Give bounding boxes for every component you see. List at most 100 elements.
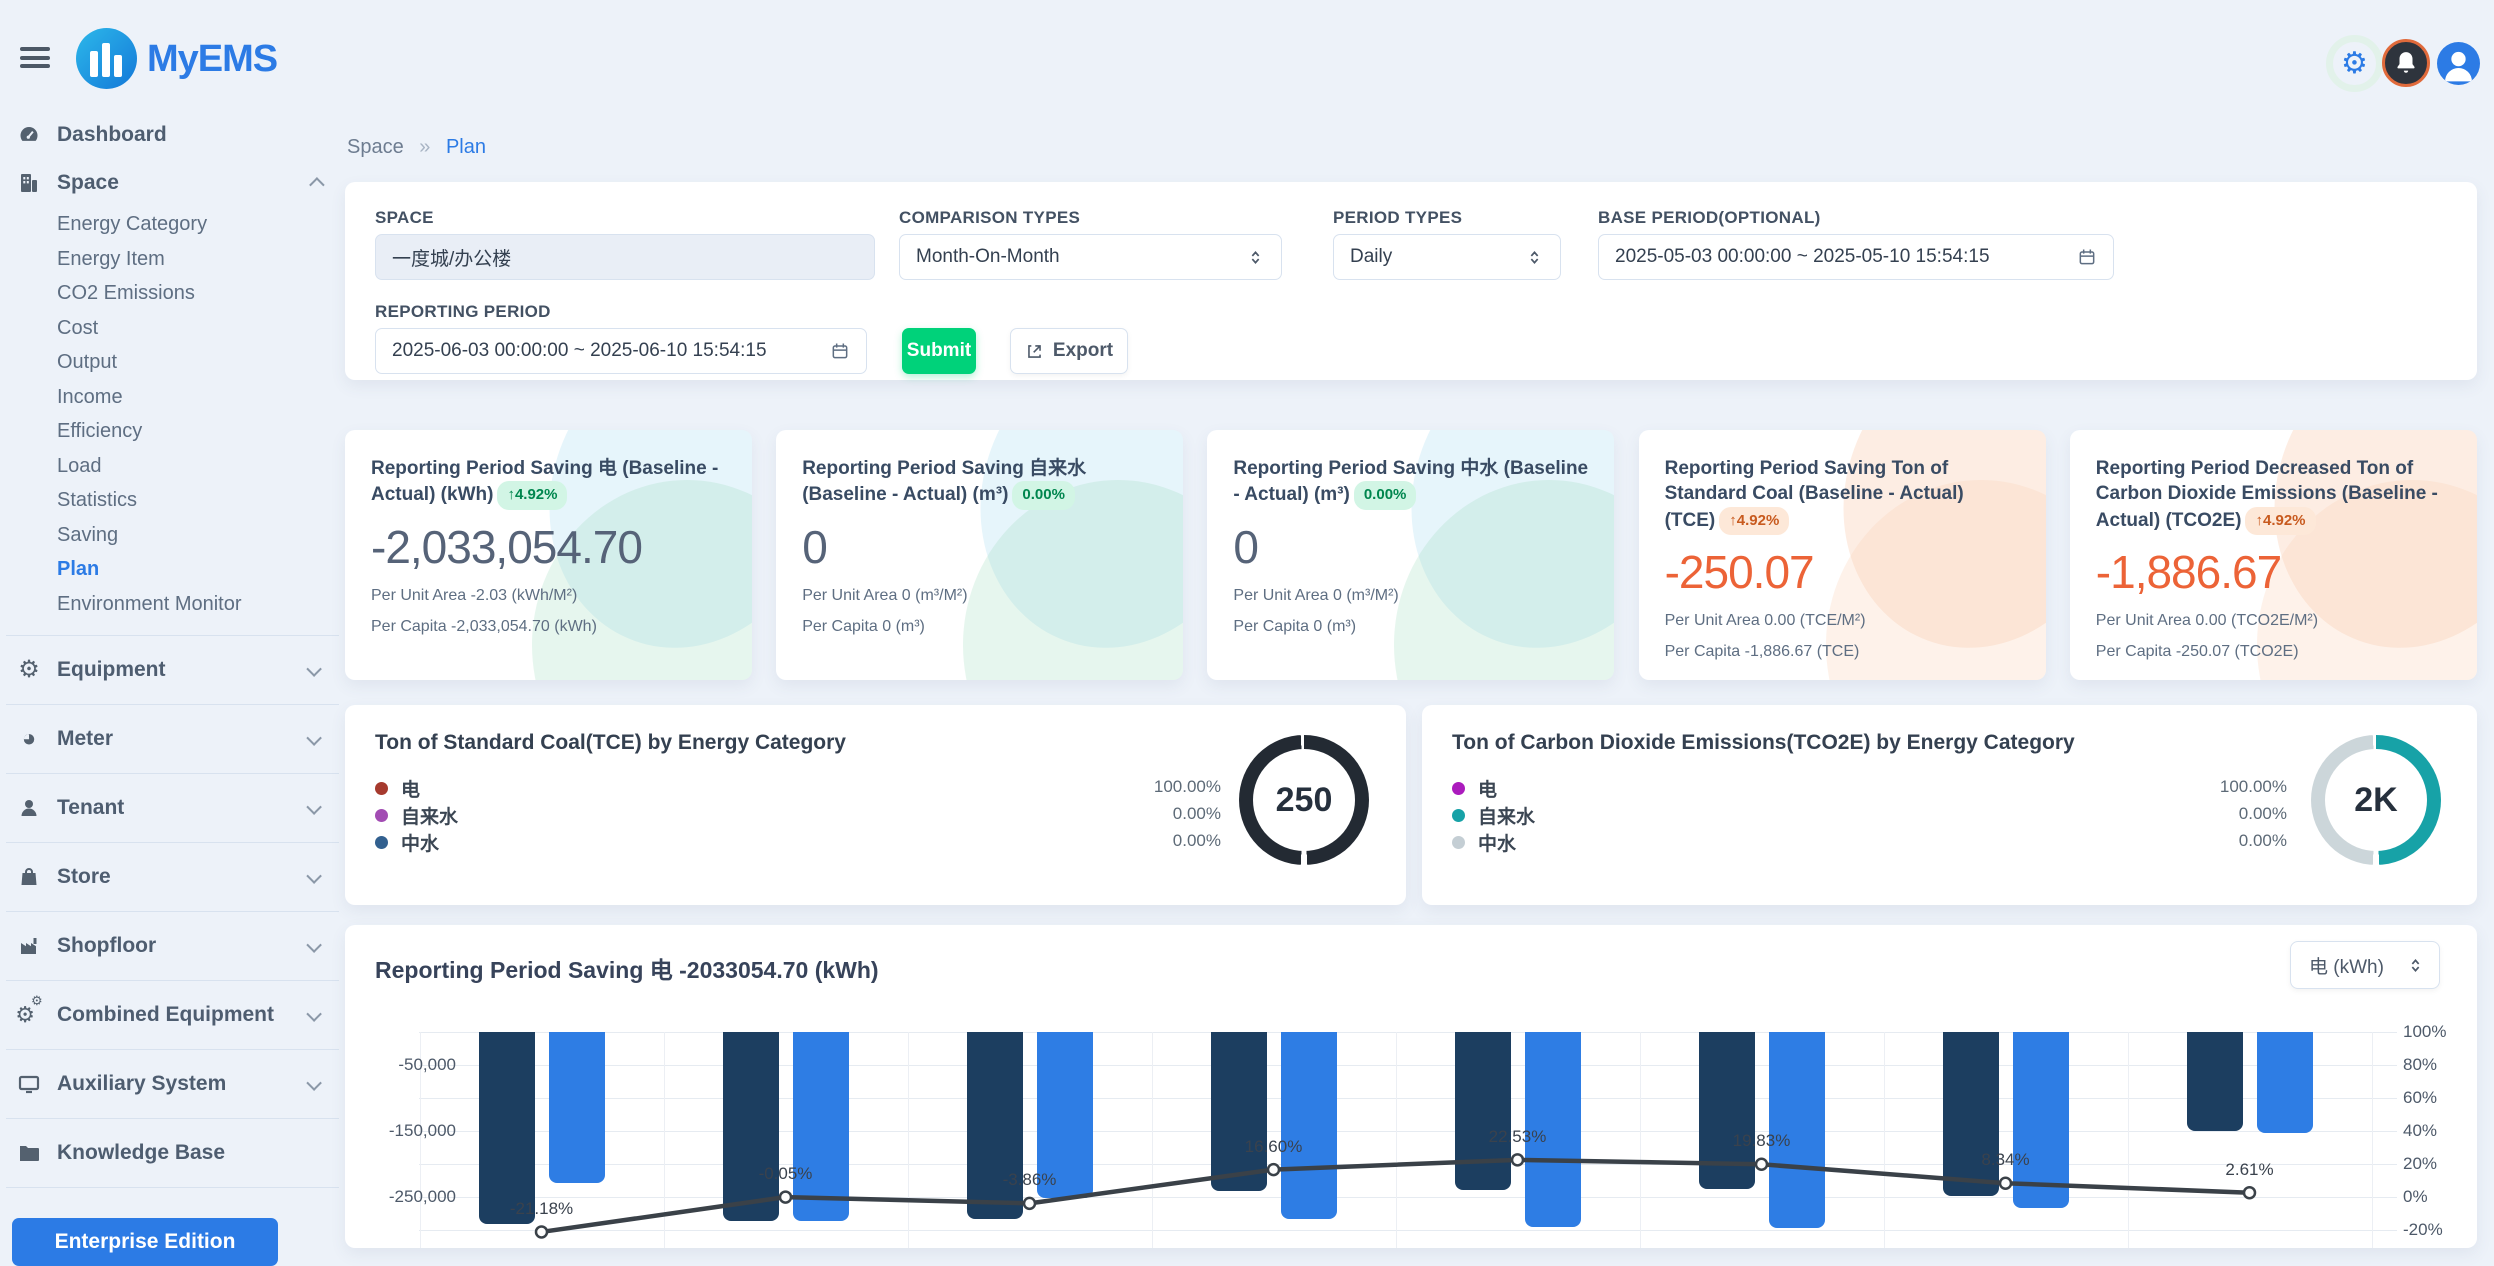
- hamburger-menu-icon[interactable]: [20, 47, 50, 67]
- calendar-icon[interactable]: [830, 341, 850, 361]
- export-button[interactable]: Export: [1010, 328, 1128, 374]
- legend-item-3[interactable]: 中水: [375, 829, 439, 856]
- legend-label: 自来水: [1478, 802, 1535, 829]
- legend-label: 自来水: [401, 802, 458, 829]
- enterprise-edition-button[interactable]: Enterprise Edition: [12, 1218, 278, 1266]
- saving-rate-point-label: 8.34%: [1951, 1150, 2061, 1170]
- sidebar-item-income[interactable]: Income: [0, 380, 345, 415]
- calendar-icon[interactable]: [2077, 247, 2097, 267]
- left-axis-tick: -50,000: [361, 1055, 456, 1075]
- per-unit-area-text: Per Unit Area 0.00 (TCO2E/M²): [2096, 612, 2451, 630]
- space-input[interactable]: 一度城/办公楼: [375, 234, 875, 280]
- sidebar-item-saving[interactable]: Saving: [0, 518, 345, 553]
- per-unit-area-text: Per Unit Area 0.00 (TCE/M²): [1665, 612, 2020, 630]
- saving-rate-point-label: 2.61%: [2195, 1160, 2305, 1180]
- v-gridline: [1884, 1032, 1885, 1248]
- sidebar-item-tenant[interactable]: Tenant: [6, 773, 339, 842]
- sidebar-item-label: Tenant: [57, 796, 310, 820]
- sidebar-item-output[interactable]: Output: [0, 345, 345, 380]
- actual-bar: [2257, 1032, 2313, 1133]
- saving-rate-point-label: 16.60%: [1219, 1137, 1329, 1157]
- metric-card-title: Reporting Period Saving Ton of Standard …: [1665, 456, 2020, 535]
- saving-rate-point-label: 19.83%: [1707, 1131, 1817, 1151]
- left-axis-tick: -150,000: [361, 1121, 456, 1141]
- metric-card-title: Reporting Period Saving 自来水 (Baseline - …: [802, 456, 1157, 510]
- baseline-bar: [967, 1032, 1023, 1219]
- legend-dot-icon: [375, 782, 388, 795]
- period-types-select[interactable]: Daily: [1333, 234, 1561, 280]
- baseline-bar: [2187, 1032, 2243, 1131]
- metric-card-title: Reporting Period Saving 中水 (Baseline - A…: [1233, 456, 1588, 510]
- sidebar-item-auxiliary-system[interactable]: Auxiliary System: [6, 1049, 339, 1118]
- left-axis-tick: -250,000: [361, 1187, 456, 1207]
- sidebar-item-meter[interactable]: ◕Meter: [6, 704, 339, 773]
- sidebar-item-statistics[interactable]: Statistics: [0, 483, 345, 518]
- sidebar-item-energy-item[interactable]: Energy Item: [0, 242, 345, 277]
- legend-percent-value: 0.00%: [2167, 804, 2287, 824]
- select-arrows-icon: [2406, 956, 2425, 975]
- baseline-bar: [1211, 1032, 1267, 1191]
- sidebar-divider: [6, 1187, 339, 1188]
- sidebar-item-equipment[interactable]: ⚙Equipment: [6, 635, 339, 704]
- submit-button[interactable]: Submit: [902, 328, 976, 374]
- reporting-period-input[interactable]: 2025-06-03 00:00:00 ~ 2025-06-10 15:54:1…: [375, 328, 867, 374]
- chart-unit-select[interactable]: 电 (kWh): [2290, 941, 2440, 989]
- sidebar-item-label: Dashboard: [57, 123, 321, 147]
- sidebar-item-store[interactable]: Store: [6, 842, 339, 911]
- legend-item-2[interactable]: 自来水: [375, 802, 458, 829]
- sidebar-item-load[interactable]: Load: [0, 449, 345, 484]
- sidebar-item-energy-category[interactable]: Energy Category: [0, 207, 345, 242]
- query-form-card: SPACE 一度城/办公楼 COMPARISON TYPES Month-On-…: [345, 182, 2477, 380]
- legend-dot-icon: [1452, 809, 1465, 822]
- monitor-icon: [14, 1072, 44, 1096]
- donut-panel-title: Ton of Carbon Dioxide Emissions(TCO2E) b…: [1452, 731, 2075, 755]
- select-arrows-icon: [1525, 248, 1544, 267]
- h-gridline: [419, 1065, 2397, 1066]
- sidebar-item-environment-monitor[interactable]: Environment Monitor: [0, 587, 345, 622]
- factory-icon: [14, 934, 44, 958]
- right-axis-tick: 0%: [2403, 1187, 2473, 1207]
- comparison-types-value: Month-On-Month: [916, 246, 1060, 268]
- right-axis-tick: -20%: [2403, 1220, 2473, 1240]
- sidebar-item-shopfloor[interactable]: Shopfloor: [6, 911, 339, 980]
- legend-item-1[interactable]: 电: [1452, 775, 1497, 802]
- sidebar-item-efficiency[interactable]: Efficiency: [0, 414, 345, 449]
- period-types-label: PERIOD TYPES: [1333, 208, 1462, 228]
- saving-rate-point-label: -3.86%: [975, 1170, 1085, 1190]
- reporting-period-label: REPORTING PERIOD: [375, 302, 551, 322]
- actual-bar: [2013, 1032, 2069, 1208]
- base-period-input[interactable]: 2025-05-03 00:00:00 ~ 2025-05-10 15:54:1…: [1598, 234, 2114, 280]
- donut-center-value: 2K: [2325, 749, 2427, 851]
- per-unit-area-text: Per Unit Area 0 (m³/M²): [802, 587, 1157, 605]
- sidebar-item-dashboard[interactable]: Dashboard: [0, 111, 345, 159]
- breadcrumb-plan[interactable]: Plan: [446, 136, 486, 158]
- legend-item-2[interactable]: 自来水: [1452, 802, 1535, 829]
- v-gridline: [2128, 1032, 2129, 1248]
- period-types-value: Daily: [1350, 246, 1392, 268]
- sidebar-item-label: Store: [57, 865, 310, 889]
- comparison-types-select[interactable]: Month-On-Month: [899, 234, 1282, 280]
- sidebar-item-plan[interactable]: Plan: [0, 552, 345, 587]
- sidebar-item-space[interactable]: Space: [0, 159, 345, 207]
- breadcrumb-space[interactable]: Space: [347, 136, 404, 158]
- building-icon: [14, 171, 44, 195]
- h-gridline: [419, 1131, 2397, 1132]
- legend-item-3[interactable]: 中水: [1452, 829, 1516, 856]
- sidebar-item-combined-equipment[interactable]: ⚙⚙Combined Equipment: [6, 980, 339, 1049]
- legend-dot-icon: [375, 836, 388, 849]
- select-arrows-icon: [1246, 248, 1265, 267]
- sidebar-item-knowledge-base[interactable]: Knowledge Base: [6, 1118, 339, 1187]
- myems-logo-icon[interactable]: [76, 28, 137, 89]
- sidebar: MyEMS Dashboard SpaceEnergy CategoryEnerg…: [0, 0, 345, 1248]
- brand-title[interactable]: MyEMS: [147, 38, 277, 81]
- legend-item-1[interactable]: 电: [375, 775, 420, 802]
- person-icon: [14, 796, 44, 820]
- breadcrumb: Space » Plan: [347, 136, 486, 159]
- legend-label: 中水: [1478, 829, 1516, 856]
- right-axis-tick: 40%: [2403, 1121, 2473, 1141]
- sidebar-item-cost[interactable]: Cost: [0, 311, 345, 346]
- metric-value: -2,033,054.70: [371, 520, 726, 574]
- sidebar-item-co2-emissions[interactable]: CO2 Emissions: [0, 276, 345, 311]
- saving-rate-point-label: 22.53%: [1463, 1127, 1573, 1147]
- donut-panel-2: Ton of Carbon Dioxide Emissions(TCO2E) b…: [1422, 705, 2477, 905]
